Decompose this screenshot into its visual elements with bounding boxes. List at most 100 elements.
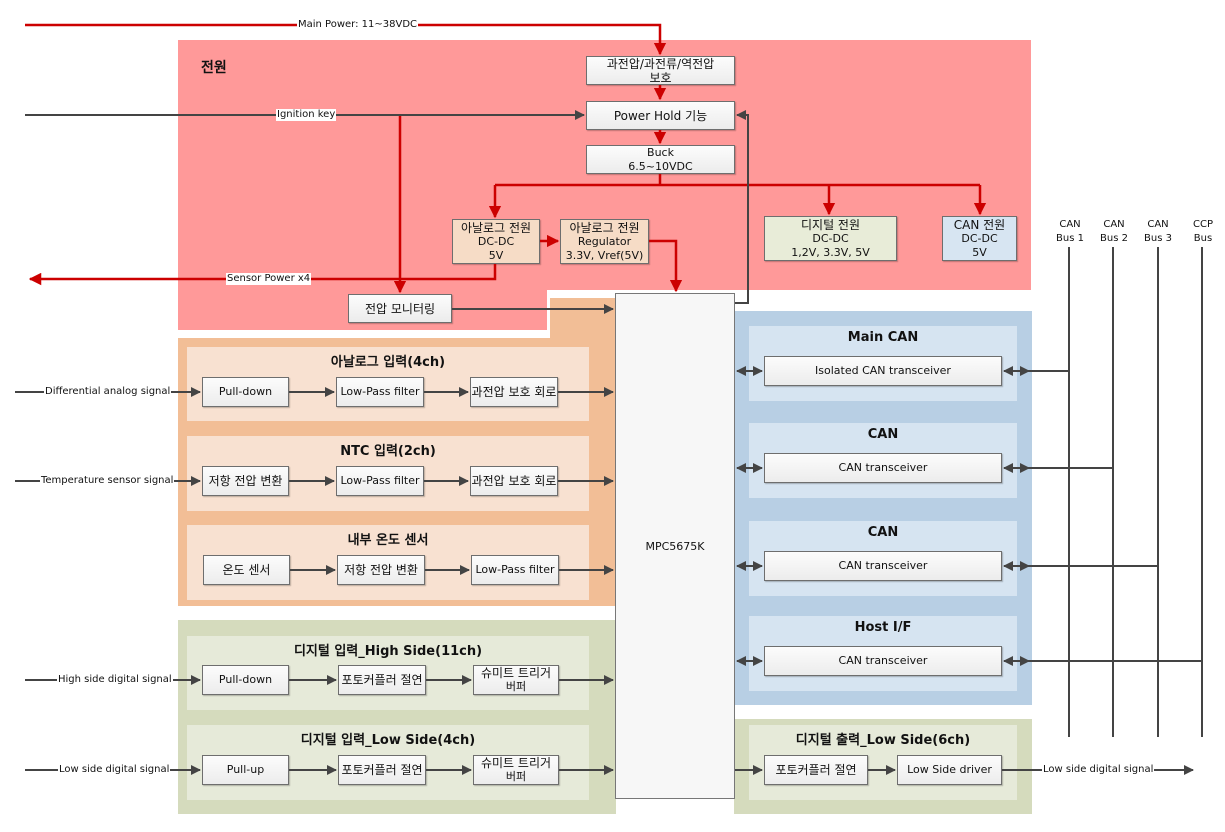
digital-dcdc-line2: DC-DC — [812, 231, 849, 245]
buck-line1: Buck — [647, 145, 674, 159]
block-label: Pull-down — [218, 385, 273, 398]
block-label: CAN transceiver — [838, 654, 928, 667]
bus-line1: CAN — [1147, 219, 1169, 230]
can-dcdc-block: CAN 전원 DC-DC 5V — [942, 216, 1017, 261]
analog-ovp-block: 과전압 보호 회로 — [470, 377, 558, 407]
dil-pullup-block: Pull-up — [202, 755, 289, 785]
block-label: Low-Pass filter — [475, 563, 555, 576]
block-label: 슈미트 트리거 — [480, 756, 552, 770]
ignition-key-label: Ignition key — [276, 109, 337, 121]
analog-regulator-block: 아날로그 전원 Regulator 3.3V, Vref(5V) — [560, 219, 649, 264]
dih-schmitt-block: 슈미트 트리거 버퍼 — [473, 665, 559, 695]
block-label: Pull-up — [226, 763, 265, 776]
block-label: Pull-down — [218, 673, 273, 686]
block-label: 저항 전압 변환 — [344, 563, 418, 577]
temp-sensor-block: 온도 센서 — [203, 555, 290, 585]
digital-input-high-title: 디지털 입력_High Side(11ch) — [293, 644, 483, 659]
block-label: 온도 센서 — [222, 563, 271, 577]
voltage-monitor-block: 전압 모니터링 — [348, 294, 452, 323]
low-side-digital-out-label: Low side digital signal — [1042, 764, 1155, 776]
analog-dcdc-line1: 아날로그 전원 — [460, 220, 532, 235]
mcu-block: MPC5675K — [615, 293, 735, 799]
block-label: CAN transceiver — [838, 559, 928, 572]
block-label: 포토커플러 절연 — [775, 763, 857, 777]
bus-line1: CAN — [1103, 219, 1125, 230]
analog-input-title: 아날로그 입력(4ch) — [330, 355, 446, 370]
mcu-label: MPC5675K — [645, 539, 705, 553]
bus-label-ccp: CCP Bus — [1183, 218, 1223, 246]
sensor-power-label: Sensor Power x4 — [226, 273, 312, 285]
protection-line2: 보호 — [649, 70, 672, 85]
block-label: 과전압 보호 회로 — [471, 474, 557, 488]
bus-line2: Bus 2 — [1100, 233, 1128, 244]
voltage-monitor-label: 전압 모니터링 — [364, 301, 436, 316]
analog-dcdc-line2: DC-DC — [477, 234, 515, 248]
protection-line1: 과전압/과전류/역전압 — [606, 56, 715, 71]
block-label: 버퍼 — [505, 770, 527, 783]
bus-label-can2: CAN Bus 2 — [1094, 218, 1134, 246]
digital-output-title: 디지털 출력_Low Side(6ch) — [795, 733, 971, 748]
low-side-digital-in-label: Low side digital signal — [58, 764, 171, 776]
high-side-digital-label: High side digital signal — [57, 674, 173, 686]
power-section-title: 전원 — [201, 60, 227, 76]
temp-lpf-block: Low-Pass filter — [471, 555, 559, 585]
block-label: 버퍼 — [505, 680, 527, 693]
can-group-title: CAN — [867, 427, 899, 442]
analog-lpf-block: Low-Pass filter — [336, 377, 424, 407]
block-label: 포토커플러 절연 — [341, 673, 423, 687]
buck-block: Buck 6.5~10VDC — [586, 145, 735, 174]
do-driver-block: Low Side driver — [897, 755, 1002, 785]
ntc-ovp-block: 과전압 보호 회로 — [470, 466, 558, 496]
block-label: Low-Pass filter — [340, 474, 420, 487]
dih-opto-block: 포토커플러 절연 — [338, 665, 426, 695]
do-opto-block: 포토커플러 절연 — [764, 755, 868, 785]
main-power-label: Main Power: 11~38VDC — [297, 19, 419, 31]
bus-line1: CAN — [1059, 219, 1081, 230]
block-label: CAN transceiver — [838, 461, 928, 474]
block-label: Low-Pass filter — [340, 385, 420, 398]
buck-line2: 6.5~10VDC — [628, 159, 693, 173]
dih-pulldown-block: Pull-down — [202, 665, 289, 695]
can-transceiver-host: CAN transceiver — [764, 646, 1002, 676]
can-transceiver-3: CAN transceiver — [764, 551, 1002, 581]
can-group-title: Main CAN — [847, 330, 919, 345]
can-dcdc-line3: 5V — [972, 245, 987, 259]
analog-pulldown-block: Pull-down — [202, 377, 289, 407]
bus-label-can3: CAN Bus 3 — [1138, 218, 1178, 246]
bus-line2: Bus 1 — [1056, 233, 1084, 244]
digital-dcdc-line1: 디지털 전원 — [800, 217, 860, 232]
analog-regulator-line3: 3.3V, Vref(5V) — [565, 248, 644, 262]
ntc-rv-block: 저항 전압 변환 — [202, 466, 289, 496]
analog-dcdc-block: 아날로그 전원 DC-DC 5V — [452, 219, 540, 264]
bus-line2: Bus — [1193, 233, 1213, 244]
temp-rv-block: 저항 전압 변환 — [337, 555, 425, 585]
analog-dcdc-line3: 5V — [488, 248, 504, 262]
protection-block: 과전압/과전류/역전압 보호 — [586, 56, 735, 85]
analog-regulator-line1: 아날로그 전원 — [569, 220, 640, 235]
bus-line2: Bus 3 — [1144, 233, 1172, 244]
can-transceiver-2: CAN transceiver — [764, 453, 1002, 483]
bus-label-can1: CAN Bus 1 — [1050, 218, 1090, 246]
can-dcdc-line2: DC-DC — [961, 231, 998, 245]
digital-dcdc-block: 디지털 전원 DC-DC 1,2V, 3.3V, 5V — [764, 216, 897, 261]
dil-schmitt-block: 슈미트 트리거 버퍼 — [473, 755, 559, 785]
ntc-input-title: NTC 입력(2ch) — [340, 444, 436, 459]
digital-dcdc-line3: 1,2V, 3.3V, 5V — [791, 245, 870, 259]
can-transceiver-main: Isolated CAN transceiver — [764, 356, 1002, 386]
ntc-lpf-block: Low-Pass filter — [336, 466, 424, 496]
differential-analog-label: Differential analog signal — [44, 386, 172, 398]
digital-input-low-title: 디지털 입력_Low Side(4ch) — [300, 733, 476, 748]
bus-line1: CCP — [1193, 219, 1213, 230]
block-label: 슈미트 트리거 — [480, 666, 552, 680]
block-label: Isolated CAN transceiver — [815, 364, 951, 377]
block-label: 저항 전압 변환 — [208, 474, 283, 488]
block-label: Low Side driver — [907, 763, 992, 776]
block-label: 과전압 보호 회로 — [471, 385, 557, 399]
temperature-sensor-label: Temperature sensor signal — [40, 475, 175, 487]
dil-opto-block: 포토커플러 절연 — [338, 755, 426, 785]
analog-regulator-line2: Regulator — [577, 234, 632, 248]
analog-region-upper — [550, 298, 616, 342]
can-dcdc-line1: CAN 전원 — [953, 217, 1006, 232]
block-label: 포토커플러 절연 — [341, 763, 423, 777]
internal-temp-title: 내부 온도 센서 — [347, 533, 429, 548]
